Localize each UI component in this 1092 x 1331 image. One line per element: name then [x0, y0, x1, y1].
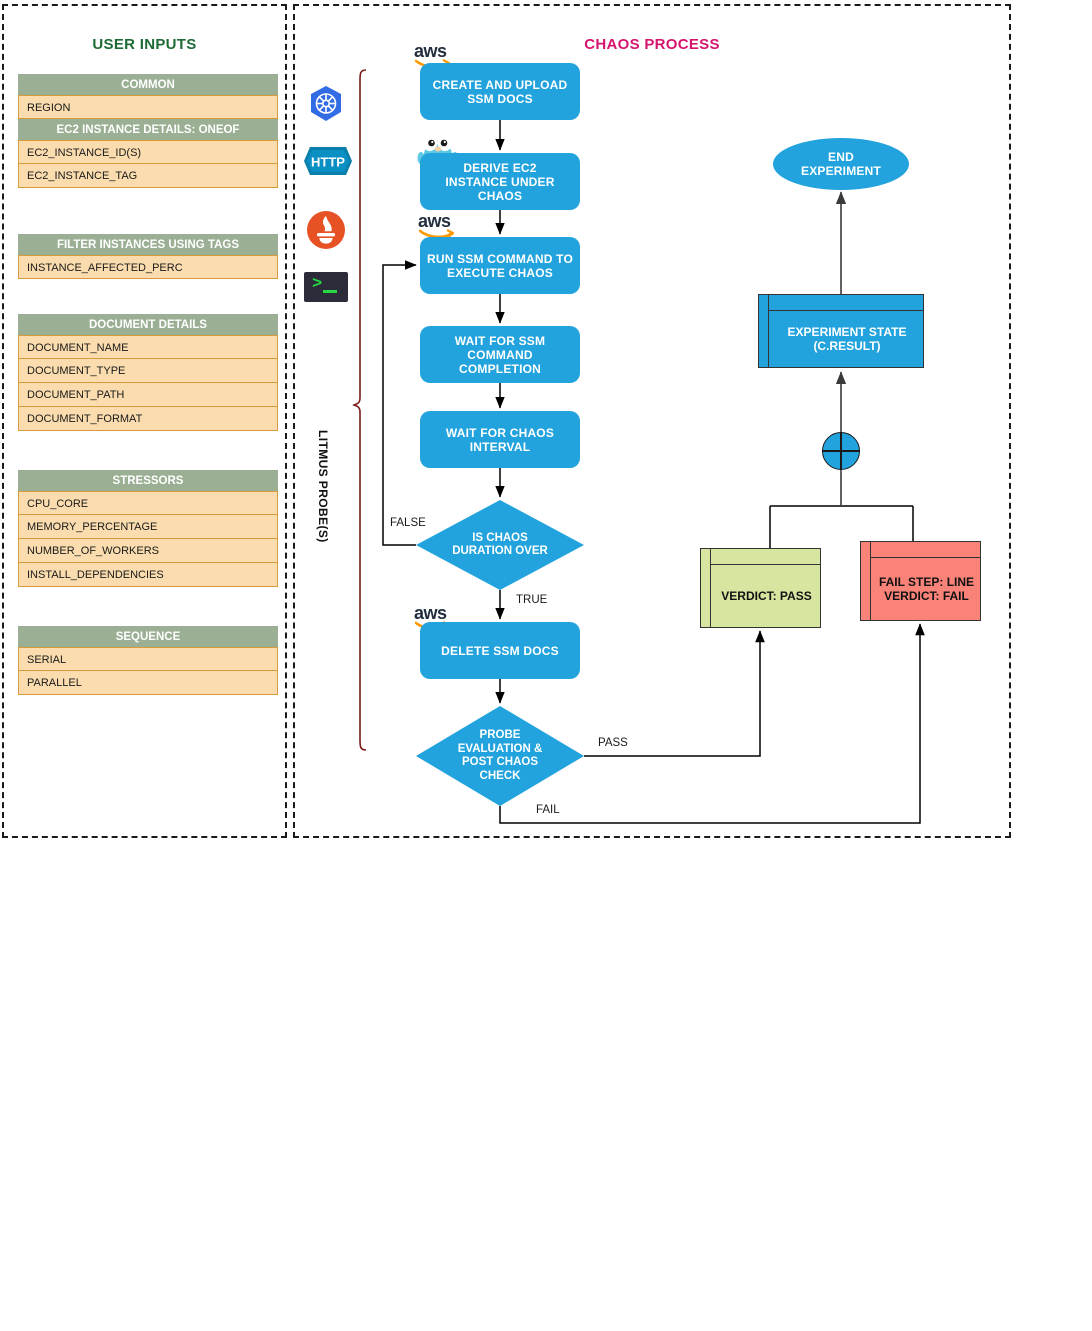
input-row-document-type[interactable]: DOCUMENT_TYPE — [18, 359, 278, 383]
input-row-instance-affected-perc[interactable]: INSTANCE_AFFECTED_PERC — [18, 255, 278, 279]
kubernetes-icon — [306, 84, 346, 124]
node-line-1: DELETE SSM DOCS — [441, 643, 559, 658]
node-is-chaos-duration-over[interactable]: IS CHAOS DURATION OVER — [416, 500, 584, 590]
node-line-2: VERDICT: FAIL — [884, 589, 969, 603]
prometheus-probe-icon-slot — [306, 210, 350, 254]
merge-junction-node[interactable] — [822, 432, 860, 470]
input-row-number-of-workers[interactable]: NUMBER_OF_WORKERS — [18, 539, 278, 563]
object-node-top-band — [759, 295, 923, 311]
diagram-canvas: USER INPUTS COMMON REGION EC2 INSTANCE D… — [0, 0, 1092, 1331]
input-row-document-name[interactable]: DOCUMENT_NAME — [18, 335, 278, 359]
node-line-2: SSM DOCS — [467, 91, 533, 106]
node-experiment-state[interactable]: EXPERIMENT STATE (C.RESULT) — [758, 294, 924, 368]
node-run-ssm-command-to-execute-chaos[interactable]: RUN SSM COMMAND TO EXECUTE CHAOS — [420, 237, 580, 294]
node-line-1: END — [828, 150, 854, 164]
node-line-2: COMPLETION — [459, 361, 541, 376]
edge-label-false: FALSE — [390, 517, 426, 529]
terminal-prompt-glyph: > — [312, 275, 323, 294]
prometheus-icon — [306, 210, 346, 250]
input-row-cpu-core[interactable]: CPU_CORE — [18, 491, 278, 515]
http-probe-icon-slot: HTTP — [303, 146, 353, 190]
edge-label-fail: FAIL — [536, 804, 560, 816]
litmus-probes-bracket-label: LITMUS PROBE(S) — [316, 430, 330, 543]
node-verdict-fail[interactable]: FAIL STEP: LINE VERDICT: FAIL — [860, 541, 981, 621]
node-line-2: (C.RESULT) — [813, 339, 881, 353]
object-node-left-band — [759, 295, 769, 367]
group-header: DOCUMENT DETAILS — [18, 314, 278, 335]
group-header: STRESSORS — [18, 470, 278, 491]
object-node-top-band — [701, 549, 820, 565]
node-probe-evaluation-post-chaos-check[interactable]: PROBE EVALUATION & POST CHAOS CHECK — [416, 706, 584, 806]
input-group-sequence: SEQUENCE SERIAL PARALLEL — [18, 626, 278, 695]
node-delete-ssm-docs[interactable]: DELETE SSM DOCS — [420, 622, 580, 679]
node-wait-for-chaos-interval[interactable]: WAIT FOR CHAOS INTERVAL — [420, 411, 580, 468]
http-icon-label: HTTP — [311, 155, 345, 170]
node-line-1: DERIVE EC2 — [463, 160, 537, 175]
node-wait-for-ssm-command-completion[interactable]: WAIT FOR SSM COMMAND COMPLETION — [420, 326, 580, 383]
object-node-left-band — [701, 549, 711, 627]
input-group-filter-instances: FILTER INSTANCES USING TAGS INSTANCE_AFF… — [18, 234, 278, 279]
input-group-common: COMMON REGION EC2 INSTANCE DETAILS: ONEO… — [18, 74, 278, 188]
group-header: FILTER INSTANCES USING TAGS — [18, 234, 278, 255]
node-derive-ec2-instance-under-chaos[interactable]: DERIVE EC2 INSTANCE UNDER CHAOS — [420, 153, 580, 210]
input-row-serial[interactable]: SERIAL — [18, 647, 278, 671]
input-row-region[interactable]: REGION — [18, 95, 278, 119]
chaos-process-panel: CHAOS PROCESS — [293, 4, 1011, 838]
user-inputs-panel: USER INPUTS COMMON REGION EC2 INSTANCE D… — [2, 4, 287, 838]
chaos-process-title: CHAOS PROCESS — [584, 36, 720, 53]
group-subheader-ec2-oneof: EC2 INSTANCE DETAILS: ONEOF — [18, 119, 278, 140]
input-group-document-details: DOCUMENT DETAILS DOCUMENT_NAME DOCUMENT_… — [18, 314, 278, 431]
edge-label-pass: PASS — [598, 737, 628, 749]
input-row-parallel[interactable]: PARALLEL — [18, 671, 278, 695]
terminal-cursor-glyph — [323, 290, 337, 293]
user-inputs-title: USER INPUTS — [92, 36, 197, 53]
input-group-stressors: STRESSORS CPU_CORE MEMORY_PERCENTAGE NUM… — [18, 470, 278, 587]
input-row-ec2-instance-tag[interactable]: EC2_INSTANCE_TAG — [18, 164, 278, 188]
node-verdict-pass[interactable]: VERDICT: PASS — [700, 548, 821, 628]
object-node-left-band — [861, 542, 871, 620]
node-label: EXPERIMENT STATE (C.RESULT) — [771, 311, 923, 367]
input-row-install-dependencies[interactable]: INSTALL_DEPENDENCIES — [18, 563, 278, 587]
node-line-1: RUN SSM COMMAND TO — [426, 251, 574, 266]
kubernetes-probe-icon-slot — [306, 84, 350, 128]
node-create-and-upload-ssm-docs[interactable]: CREATE AND UPLOAD SSM DOCS — [420, 63, 580, 120]
node-label: FAIL STEP: LINE VERDICT: FAIL — [873, 558, 980, 620]
aws-logo-run-ssm: aws — [418, 212, 464, 240]
node-line-1: WAIT FOR CHAOS — [445, 425, 555, 440]
object-node-top-band — [861, 542, 980, 558]
node-line-1: WAIT FOR SSM COMMAND — [454, 333, 546, 362]
input-row-document-path[interactable]: DOCUMENT_PATH — [18, 383, 278, 407]
node-line-2: INSTANCE UNDER CHAOS — [445, 174, 555, 203]
node-line-2: INTERVAL — [469, 439, 531, 454]
input-row-memory-percentage[interactable]: MEMORY_PERCENTAGE — [18, 515, 278, 539]
node-line-1: FAIL STEP: LINE — [878, 575, 975, 589]
node-end-experiment[interactable]: END EXPERIMENT — [773, 138, 909, 190]
node-label: VERDICT: PASS — [721, 589, 812, 603]
node-line-1: CREATE AND UPLOAD — [432, 77, 568, 92]
http-icon: HTTP — [303, 146, 352, 175]
command-probe-icon-slot: > — [304, 272, 348, 316]
node-line-1: EXPERIMENT STATE — [787, 325, 907, 339]
input-row-document-format[interactable]: DOCUMENT_FORMAT — [18, 407, 278, 431]
node-line-2: EXECUTE CHAOS — [447, 265, 553, 280]
node-line-2: EXPERIMENT — [800, 164, 881, 178]
edge-label-true: TRUE — [516, 594, 548, 606]
command-terminal-icon: > — [304, 272, 348, 302]
group-header: SEQUENCE — [18, 626, 278, 647]
group-header: COMMON — [18, 74, 278, 95]
input-row-ec2-instance-ids[interactable]: EC2_INSTANCE_ID(S) — [18, 140, 278, 164]
